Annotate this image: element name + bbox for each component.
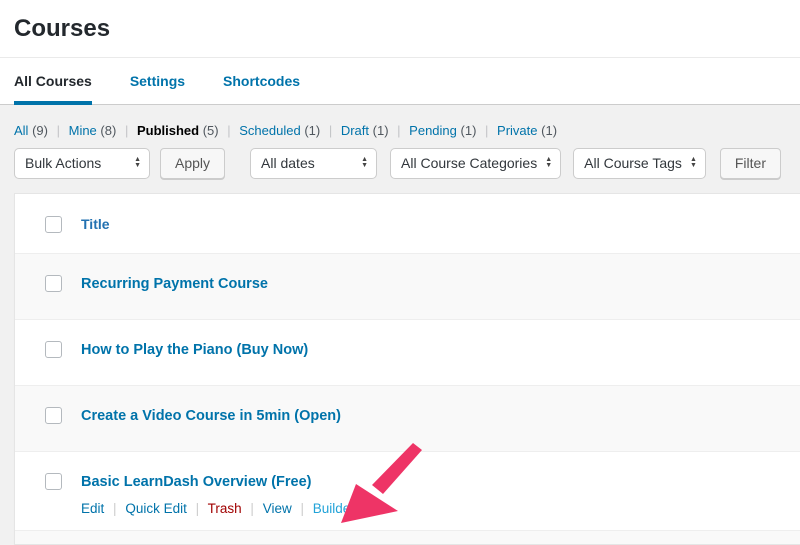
view-action-link[interactable]: View	[263, 501, 292, 516]
separator: |	[397, 123, 400, 138]
view-published-count: (5)	[203, 123, 219, 138]
edit-action-link[interactable]: Edit	[81, 501, 104, 516]
course-tags-select[interactable]: All Course Tags ▲▼	[573, 148, 706, 179]
select-all-cell	[15, 216, 81, 233]
tab-bar: All Courses Settings Shortcodes	[0, 57, 800, 105]
separator: |	[301, 501, 305, 516]
table-row: Basic LearnDash Overview (Free) Edit | Q…	[15, 451, 800, 530]
course-title-link[interactable]: Create a Video Course in 5min (Open)	[81, 407, 341, 426]
column-header-title[interactable]: Title	[81, 216, 110, 232]
next-row-partial	[15, 530, 800, 544]
row-checkbox-cell	[15, 407, 81, 424]
view-private[interactable]: Private	[497, 123, 537, 138]
select-stepper-icon: ▲▼	[545, 157, 552, 169]
list-controls: Bulk Actions ▲▼ Apply All dates ▲▼ All C…	[14, 148, 800, 179]
filter-button[interactable]: Filter	[720, 148, 781, 179]
table-row: Recurring Payment Course	[15, 253, 800, 319]
view-private-count: (1)	[541, 123, 557, 138]
dates-select[interactable]: All dates ▲▼	[250, 148, 377, 179]
separator: |	[196, 501, 200, 516]
row-checkbox-cell	[15, 473, 81, 490]
course-tags-value: All Course Tags	[584, 155, 682, 171]
tab-all-courses[interactable]: All Courses	[14, 58, 92, 105]
select-stepper-icon: ▲▼	[134, 157, 141, 169]
row-checkbox[interactable]	[45, 341, 62, 358]
bulk-actions-value: Bulk Actions	[25, 155, 101, 171]
course-title-link[interactable]: Basic LearnDash Overview (Free)	[81, 474, 312, 490]
separator: |	[329, 123, 332, 138]
separator: |	[227, 123, 230, 138]
builder-action-link[interactable]: Builder	[313, 501, 355, 516]
view-mine[interactable]: Mine	[69, 123, 97, 138]
table-header-row: Title	[15, 194, 800, 253]
view-published[interactable]: Published	[137, 123, 199, 138]
dates-value: All dates	[261, 155, 315, 171]
row-checkbox-cell	[15, 275, 81, 292]
select-stepper-icon: ▲▼	[361, 157, 368, 169]
status-filter-links: All (9) | Mine (8) | Published (5) | Sch…	[14, 123, 800, 138]
row-checkbox-cell	[15, 341, 81, 358]
course-title-link[interactable]: Recurring Payment Course	[81, 275, 268, 294]
separator: |	[485, 123, 488, 138]
course-title-link[interactable]: How to Play the Piano (Buy Now)	[81, 341, 308, 360]
content-area: All (9) | Mine (8) | Published (5) | Sch…	[0, 123, 800, 545]
tab-shortcodes[interactable]: Shortcodes	[223, 58, 300, 105]
separator: |	[125, 123, 128, 138]
course-categories-value: All Course Categories	[401, 155, 537, 171]
separator: |	[250, 501, 254, 516]
row-checkbox[interactable]	[45, 473, 62, 490]
page-title: Courses	[0, 0, 800, 57]
separator: |	[57, 123, 60, 138]
select-stepper-icon: ▲▼	[690, 157, 697, 169]
row-title-and-actions: Basic LearnDash Overview (Free) Edit | Q…	[81, 473, 355, 530]
view-pending[interactable]: Pending	[409, 123, 457, 138]
row-checkbox[interactable]	[45, 407, 62, 424]
view-draft-count: (1)	[373, 123, 389, 138]
view-all-count: (9)	[32, 123, 48, 138]
view-all[interactable]: All	[14, 123, 28, 138]
trash-action-link[interactable]: Trash	[208, 501, 242, 516]
view-scheduled-count: (1)	[304, 123, 320, 138]
row-actions: Edit | Quick Edit | Trash | View | Build…	[81, 501, 355, 530]
row-checkbox[interactable]	[45, 275, 62, 292]
bulk-actions-select[interactable]: Bulk Actions ▲▼	[14, 148, 150, 179]
table-row: How to Play the Piano (Buy Now)	[15, 319, 800, 385]
table-row: Create a Video Course in 5min (Open)	[15, 385, 800, 451]
view-mine-count: (8)	[100, 123, 116, 138]
tab-settings[interactable]: Settings	[130, 58, 185, 105]
apply-button[interactable]: Apply	[160, 148, 225, 179]
view-scheduled[interactable]: Scheduled	[239, 123, 300, 138]
quick-edit-action-link[interactable]: Quick Edit	[125, 501, 187, 516]
page-header: Courses All Courses Settings Shortcodes	[0, 0, 800, 105]
courses-table: Title Recurring Payment Course How to Pl…	[14, 193, 800, 545]
view-pending-count: (1)	[461, 123, 477, 138]
course-categories-select[interactable]: All Course Categories ▲▼	[390, 148, 561, 179]
separator: |	[113, 501, 117, 516]
view-draft[interactable]: Draft	[341, 123, 369, 138]
select-all-checkbox[interactable]	[45, 216, 62, 233]
